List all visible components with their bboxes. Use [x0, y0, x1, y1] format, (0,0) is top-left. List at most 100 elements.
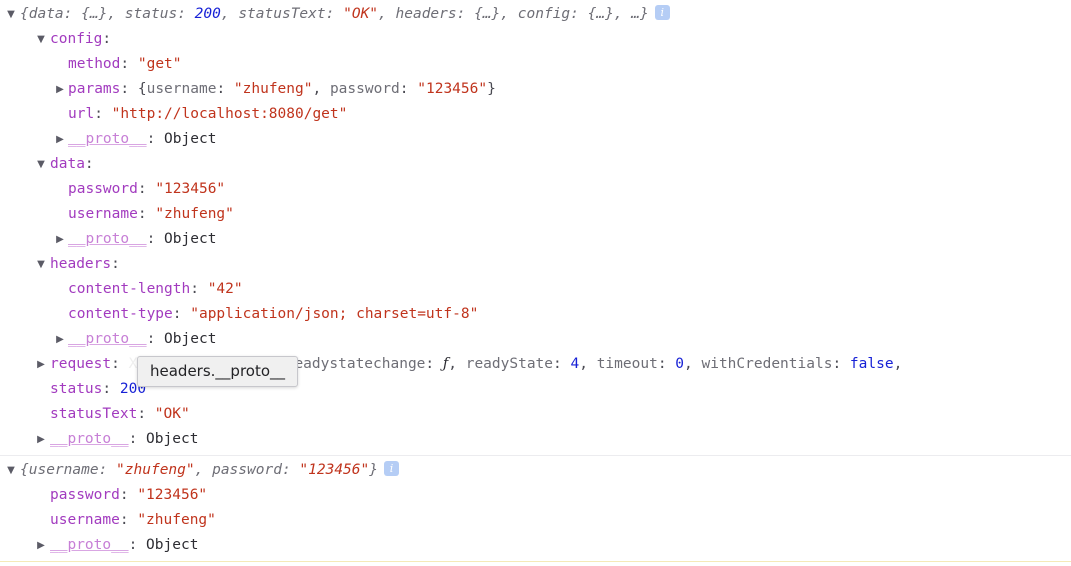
property-separator: :	[137, 406, 154, 422]
property-name: params	[68, 81, 120, 97]
property-row[interactable]: __proto__: Object	[0, 427, 1071, 452]
proto-link: __proto__	[50, 537, 129, 553]
twisty-collapsed-icon[interactable]	[55, 227, 65, 252]
twisty-expanded-icon[interactable]	[36, 27, 46, 52]
preview-key: status	[125, 6, 177, 22]
property-row[interactable]: headers:	[0, 252, 1071, 277]
twisty-collapsed-icon[interactable]	[55, 127, 65, 152]
property-value: Object	[146, 537, 198, 553]
property-value: Object	[164, 131, 216, 147]
info-icon[interactable]: i	[384, 461, 399, 476]
property-name: headers	[50, 256, 111, 272]
preview-value: {…}	[588, 6, 614, 22]
inline-comma: ,	[894, 356, 903, 372]
property-separator: :	[120, 81, 137, 97]
twisty-collapsed-icon[interactable]	[36, 352, 46, 377]
inline-string: "123456"	[417, 81, 487, 97]
property-value: "OK"	[155, 406, 190, 422]
property-row[interactable]: __proto__: Object	[0, 327, 1071, 352]
twisty-collapsed-icon[interactable]	[36, 427, 46, 452]
twisty-expanded-icon[interactable]	[36, 252, 46, 277]
twisty-collapsed-icon[interactable]	[36, 533, 46, 558]
property-row: content-length: "42"	[0, 277, 1071, 302]
property-separator: :	[173, 306, 190, 322]
proto-link: __proto__	[68, 331, 147, 347]
property-separator: :	[94, 106, 111, 122]
object-preview-text: {data: {…}, status: 200, statusText: "OK…	[20, 6, 649, 22]
inline-punctuation: :	[400, 81, 409, 97]
inline-object-value: {username: "zhufeng", password: "123456"…	[138, 81, 496, 97]
preview-comma: ,	[614, 6, 631, 22]
property-name: status	[50, 381, 102, 397]
preview-comma: ,	[221, 6, 238, 22]
property-row[interactable]: data:	[0, 152, 1071, 177]
twisty-expanded-icon[interactable]	[6, 458, 16, 483]
preview-open-brace: {	[20, 6, 29, 22]
tooltip-text: headers.__proto__	[150, 362, 285, 380]
preview-separator: :	[457, 6, 474, 22]
property-separator: :	[129, 537, 146, 553]
property-separator: :	[147, 231, 164, 247]
twisty-collapsed-icon[interactable]	[55, 327, 65, 352]
console-output: { data: {…}, status: 200, statusText: "OK…	[0, 0, 1071, 562]
object-preview-row[interactable]: {data: {…}, status: 200, statusText: "OK…	[0, 2, 1071, 27]
property-name: content-length	[68, 281, 190, 297]
property-name: username	[68, 206, 138, 222]
object-preview-text: {username: "zhufeng", password: "123456"…	[20, 462, 378, 478]
inline-key: username	[147, 81, 217, 97]
property-value: "application/json; charset=utf-8"	[190, 306, 478, 322]
preview-comma: ,	[195, 462, 212, 478]
preview-separator: :	[570, 6, 587, 22]
property-name: username	[50, 512, 120, 528]
inline-separator: :	[553, 356, 570, 372]
twisty-collapsed-icon[interactable]	[55, 77, 65, 102]
property-separator: :	[102, 31, 111, 47]
preview-separator: :	[64, 6, 81, 22]
property-row: username: "zhufeng"	[0, 508, 1071, 533]
inline-punctuation: {	[138, 81, 147, 97]
property-separator: :	[190, 281, 207, 297]
console-message: { username: "zhufeng", password: "123456"…	[0, 456, 1071, 562]
info-icon[interactable]: i	[655, 5, 670, 20]
property-separator: :	[138, 181, 155, 197]
preview-key: headers	[396, 6, 457, 22]
property-separator: :	[111, 256, 120, 272]
object-preview-row[interactable]: {username: "zhufeng", password: "123456"…	[0, 458, 1071, 483]
property-value: "http://localhost:8080/get"	[112, 106, 348, 122]
property-value: "123456"	[137, 487, 207, 503]
inline-key: timeout	[597, 356, 658, 372]
twisty-expanded-icon[interactable]	[6, 2, 16, 27]
property-row[interactable]: __proto__: Object	[0, 127, 1071, 152]
property-name: request	[50, 356, 111, 372]
property-name: url	[68, 106, 94, 122]
property-value: "123456"	[155, 181, 225, 197]
property-value: Object	[164, 231, 216, 247]
inline-punctuation	[409, 81, 418, 97]
property-row[interactable]: __proto__: Object	[0, 533, 1071, 558]
preview-value: {…}	[81, 6, 107, 22]
preview-value: "zhufeng"	[116, 462, 195, 478]
property-value: "42"	[208, 281, 243, 297]
preview-separator: :	[177, 6, 194, 22]
property-row[interactable]: __proto__: Object	[0, 227, 1071, 252]
property-separator: :	[120, 487, 137, 503]
preview-separator: :	[326, 6, 343, 22]
property-value: "get"	[138, 56, 182, 72]
property-row[interactable]: params: {username: "zhufeng", password: …	[0, 77, 1071, 102]
inline-punctuation: :	[216, 81, 225, 97]
property-separator: :	[147, 331, 164, 347]
property-separator: :	[102, 381, 119, 397]
property-name: content-type	[68, 306, 173, 322]
preview-close-brace: }	[640, 6, 649, 22]
preview-value: "OK"	[343, 6, 378, 22]
inline-punctuation	[321, 81, 330, 97]
preview-comma: ,	[500, 6, 517, 22]
property-row[interactable]: config:	[0, 27, 1071, 52]
property-name: statusText	[50, 406, 137, 422]
property-value: "zhufeng"	[137, 512, 216, 528]
preview-value: 200	[195, 6, 221, 22]
property-row: url: "http://localhost:8080/get"	[0, 102, 1071, 127]
twisty-expanded-icon[interactable]	[36, 152, 46, 177]
preview-open-brace: {	[20, 462, 29, 478]
property-name: password	[50, 487, 120, 503]
